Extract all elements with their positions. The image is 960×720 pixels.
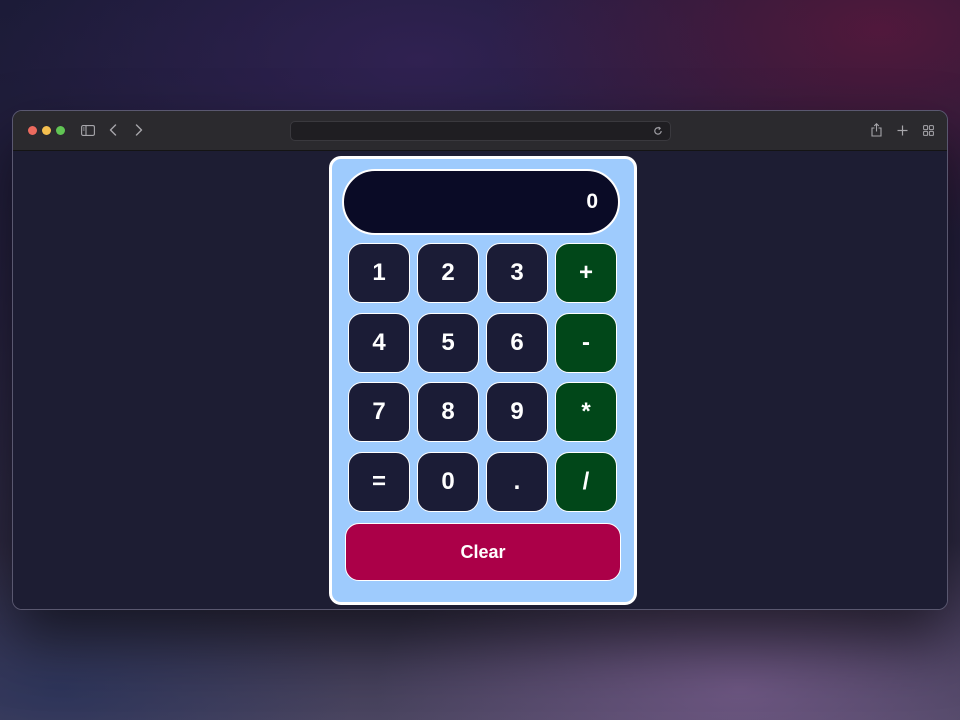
- browser-window: 0 1 2 3 + 4 5 6 - 7 8 9 * = 0 . / Clear: [12, 110, 948, 610]
- key-minus[interactable]: -: [555, 313, 617, 373]
- calculator: 0 1 2 3 + 4 5 6 - 7 8 9 * = 0 . / Clear: [329, 156, 637, 605]
- key-9[interactable]: 9: [486, 382, 548, 442]
- key-6[interactable]: 6: [486, 313, 548, 373]
- key-divide[interactable]: /: [555, 452, 617, 512]
- page-content: 0 1 2 3 + 4 5 6 - 7 8 9 * = 0 . / Clear: [13, 151, 947, 609]
- calculator-display: 0: [342, 169, 620, 235]
- address-bar[interactable]: [290, 121, 671, 141]
- key-multiply[interactable]: *: [555, 382, 617, 442]
- tab-overview-icon[interactable]: [921, 122, 935, 138]
- key-equals[interactable]: =: [348, 452, 410, 512]
- key-2[interactable]: 2: [417, 243, 479, 303]
- reload-icon[interactable]: [652, 124, 664, 138]
- key-decimal[interactable]: .: [486, 452, 548, 512]
- browser-toolbar: [13, 111, 947, 151]
- share-icon[interactable]: [869, 122, 883, 138]
- sidebar-icon[interactable]: [80, 122, 96, 138]
- key-4[interactable]: 4: [348, 313, 410, 373]
- key-plus[interactable]: +: [555, 243, 617, 303]
- key-1[interactable]: 1: [348, 243, 410, 303]
- close-window-button[interactable]: [28, 126, 37, 135]
- key-8[interactable]: 8: [417, 382, 479, 442]
- key-3[interactable]: 3: [486, 243, 548, 303]
- new-tab-icon[interactable]: [895, 122, 909, 138]
- clear-button[interactable]: Clear: [345, 523, 621, 581]
- minimize-window-button[interactable]: [42, 126, 51, 135]
- zoom-window-button[interactable]: [56, 126, 65, 135]
- forward-icon[interactable]: [132, 122, 146, 138]
- key-0[interactable]: 0: [417, 452, 479, 512]
- key-5[interactable]: 5: [417, 313, 479, 373]
- back-icon[interactable]: [106, 122, 120, 138]
- key-7[interactable]: 7: [348, 382, 410, 442]
